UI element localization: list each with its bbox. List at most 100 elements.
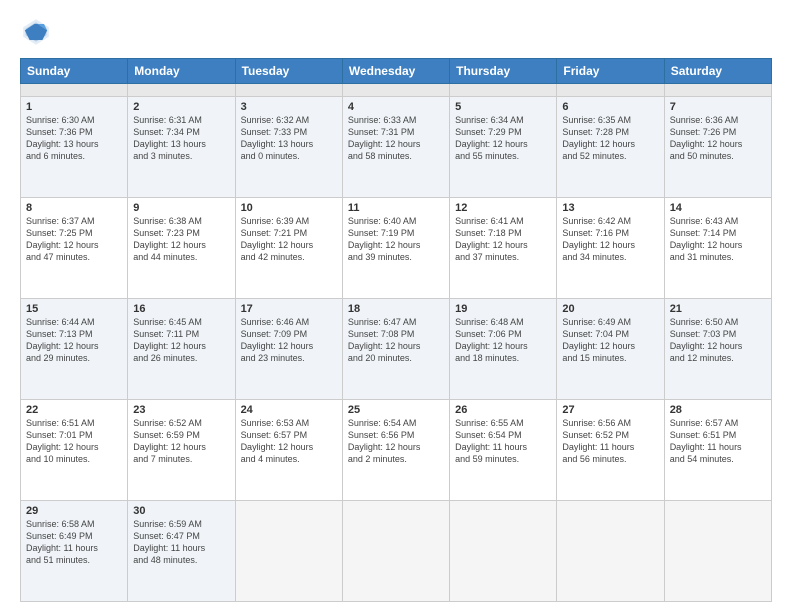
calendar-cell: 18Sunrise: 6:47 AM Sunset: 7:08 PM Dayli… xyxy=(342,298,449,399)
calendar-header-row: SundayMondayTuesdayWednesdayThursdayFrid… xyxy=(21,59,772,84)
calendar-cell: 30Sunrise: 6:59 AM Sunset: 6:47 PM Dayli… xyxy=(128,500,235,601)
day-number: 22 xyxy=(26,404,122,416)
calendar-cell: 27Sunrise: 6:56 AM Sunset: 6:52 PM Dayli… xyxy=(557,399,664,500)
calendar-cell: 2Sunrise: 6:31 AM Sunset: 7:34 PM Daylig… xyxy=(128,96,235,197)
calendar-week-row: 8Sunrise: 6:37 AM Sunset: 7:25 PM Daylig… xyxy=(21,197,772,298)
calendar-cell: 23Sunrise: 6:52 AM Sunset: 6:59 PM Dayli… xyxy=(128,399,235,500)
weekday-header: Monday xyxy=(128,59,235,84)
day-info: Sunrise: 6:46 AM Sunset: 7:09 PM Dayligh… xyxy=(241,316,337,365)
day-number: 13 xyxy=(562,202,658,214)
day-info: Sunrise: 6:51 AM Sunset: 7:01 PM Dayligh… xyxy=(26,417,122,466)
day-info: Sunrise: 6:52 AM Sunset: 6:59 PM Dayligh… xyxy=(133,417,229,466)
day-info: Sunrise: 6:54 AM Sunset: 6:56 PM Dayligh… xyxy=(348,417,444,466)
calendar-cell: 16Sunrise: 6:45 AM Sunset: 7:11 PM Dayli… xyxy=(128,298,235,399)
day-info: Sunrise: 6:35 AM Sunset: 7:28 PM Dayligh… xyxy=(562,114,658,163)
weekday-header: Wednesday xyxy=(342,59,449,84)
calendar-week-row: 22Sunrise: 6:51 AM Sunset: 7:01 PM Dayli… xyxy=(21,399,772,500)
day-info: Sunrise: 6:47 AM Sunset: 7:08 PM Dayligh… xyxy=(348,316,444,365)
calendar-cell: 20Sunrise: 6:49 AM Sunset: 7:04 PM Dayli… xyxy=(557,298,664,399)
calendar-cell: 19Sunrise: 6:48 AM Sunset: 7:06 PM Dayli… xyxy=(450,298,557,399)
calendar-table: SundayMondayTuesdayWednesdayThursdayFrid… xyxy=(20,58,772,602)
calendar-cell: 5Sunrise: 6:34 AM Sunset: 7:29 PM Daylig… xyxy=(450,96,557,197)
calendar-cell xyxy=(450,500,557,601)
calendar-cell xyxy=(557,84,664,97)
day-number: 29 xyxy=(26,505,122,517)
page: SundayMondayTuesdayWednesdayThursdayFrid… xyxy=(0,0,792,612)
day-info: Sunrise: 6:44 AM Sunset: 7:13 PM Dayligh… xyxy=(26,316,122,365)
day-number: 3 xyxy=(241,101,337,113)
day-info: Sunrise: 6:50 AM Sunset: 7:03 PM Dayligh… xyxy=(670,316,766,365)
day-number: 28 xyxy=(670,404,766,416)
day-number: 5 xyxy=(455,101,551,113)
calendar-cell: 13Sunrise: 6:42 AM Sunset: 7:16 PM Dayli… xyxy=(557,197,664,298)
calendar-cell: 1Sunrise: 6:30 AM Sunset: 7:36 PM Daylig… xyxy=(21,96,128,197)
day-info: Sunrise: 6:40 AM Sunset: 7:19 PM Dayligh… xyxy=(348,215,444,264)
day-number: 27 xyxy=(562,404,658,416)
day-number: 15 xyxy=(26,303,122,315)
day-info: Sunrise: 6:55 AM Sunset: 6:54 PM Dayligh… xyxy=(455,417,551,466)
day-info: Sunrise: 6:59 AM Sunset: 6:47 PM Dayligh… xyxy=(133,518,229,567)
calendar-cell xyxy=(450,84,557,97)
day-number: 19 xyxy=(455,303,551,315)
day-number: 8 xyxy=(26,202,122,214)
calendar-cell: 24Sunrise: 6:53 AM Sunset: 6:57 PM Dayli… xyxy=(235,399,342,500)
header xyxy=(20,16,772,48)
calendar-cell: 29Sunrise: 6:58 AM Sunset: 6:49 PM Dayli… xyxy=(21,500,128,601)
day-info: Sunrise: 6:37 AM Sunset: 7:25 PM Dayligh… xyxy=(26,215,122,264)
logo-icon xyxy=(20,16,52,48)
day-number: 26 xyxy=(455,404,551,416)
day-number: 2 xyxy=(133,101,229,113)
calendar-cell: 12Sunrise: 6:41 AM Sunset: 7:18 PM Dayli… xyxy=(450,197,557,298)
calendar-week-row: 15Sunrise: 6:44 AM Sunset: 7:13 PM Dayli… xyxy=(21,298,772,399)
day-number: 14 xyxy=(670,202,766,214)
calendar-week-row: 29Sunrise: 6:58 AM Sunset: 6:49 PM Dayli… xyxy=(21,500,772,601)
weekday-header: Sunday xyxy=(21,59,128,84)
calendar-cell xyxy=(128,84,235,97)
calendar-cell xyxy=(342,84,449,97)
day-number: 1 xyxy=(26,101,122,113)
day-info: Sunrise: 6:34 AM Sunset: 7:29 PM Dayligh… xyxy=(455,114,551,163)
calendar-cell: 25Sunrise: 6:54 AM Sunset: 6:56 PM Dayli… xyxy=(342,399,449,500)
calendar-cell: 4Sunrise: 6:33 AM Sunset: 7:31 PM Daylig… xyxy=(342,96,449,197)
day-info: Sunrise: 6:48 AM Sunset: 7:06 PM Dayligh… xyxy=(455,316,551,365)
day-info: Sunrise: 6:30 AM Sunset: 7:36 PM Dayligh… xyxy=(26,114,122,163)
weekday-header: Tuesday xyxy=(235,59,342,84)
calendar-cell: 22Sunrise: 6:51 AM Sunset: 7:01 PM Dayli… xyxy=(21,399,128,500)
day-number: 23 xyxy=(133,404,229,416)
weekday-header: Friday xyxy=(557,59,664,84)
day-info: Sunrise: 6:42 AM Sunset: 7:16 PM Dayligh… xyxy=(562,215,658,264)
calendar-cell xyxy=(664,500,771,601)
calendar-cell: 10Sunrise: 6:39 AM Sunset: 7:21 PM Dayli… xyxy=(235,197,342,298)
day-info: Sunrise: 6:56 AM Sunset: 6:52 PM Dayligh… xyxy=(562,417,658,466)
day-number: 11 xyxy=(348,202,444,214)
day-number: 24 xyxy=(241,404,337,416)
day-info: Sunrise: 6:41 AM Sunset: 7:18 PM Dayligh… xyxy=(455,215,551,264)
day-info: Sunrise: 6:36 AM Sunset: 7:26 PM Dayligh… xyxy=(670,114,766,163)
day-info: Sunrise: 6:39 AM Sunset: 7:21 PM Dayligh… xyxy=(241,215,337,264)
calendar-cell: 26Sunrise: 6:55 AM Sunset: 6:54 PM Dayli… xyxy=(450,399,557,500)
day-info: Sunrise: 6:32 AM Sunset: 7:33 PM Dayligh… xyxy=(241,114,337,163)
day-number: 7 xyxy=(670,101,766,113)
day-number: 16 xyxy=(133,303,229,315)
calendar-cell xyxy=(235,500,342,601)
calendar-cell: 3Sunrise: 6:32 AM Sunset: 7:33 PM Daylig… xyxy=(235,96,342,197)
weekday-header: Saturday xyxy=(664,59,771,84)
calendar-cell: 14Sunrise: 6:43 AM Sunset: 7:14 PM Dayli… xyxy=(664,197,771,298)
day-number: 20 xyxy=(562,303,658,315)
day-number: 4 xyxy=(348,101,444,113)
day-number: 18 xyxy=(348,303,444,315)
day-number: 21 xyxy=(670,303,766,315)
calendar-week-row: 1Sunrise: 6:30 AM Sunset: 7:36 PM Daylig… xyxy=(21,96,772,197)
calendar-cell: 21Sunrise: 6:50 AM Sunset: 7:03 PM Dayli… xyxy=(664,298,771,399)
calendar-week-row xyxy=(21,84,772,97)
calendar-cell: 17Sunrise: 6:46 AM Sunset: 7:09 PM Dayli… xyxy=(235,298,342,399)
day-info: Sunrise: 6:31 AM Sunset: 7:34 PM Dayligh… xyxy=(133,114,229,163)
day-info: Sunrise: 6:33 AM Sunset: 7:31 PM Dayligh… xyxy=(348,114,444,163)
day-number: 9 xyxy=(133,202,229,214)
calendar-cell: 7Sunrise: 6:36 AM Sunset: 7:26 PM Daylig… xyxy=(664,96,771,197)
calendar-cell: 11Sunrise: 6:40 AM Sunset: 7:19 PM Dayli… xyxy=(342,197,449,298)
calendar-cell: 9Sunrise: 6:38 AM Sunset: 7:23 PM Daylig… xyxy=(128,197,235,298)
calendar-cell xyxy=(664,84,771,97)
day-info: Sunrise: 6:53 AM Sunset: 6:57 PM Dayligh… xyxy=(241,417,337,466)
day-number: 12 xyxy=(455,202,551,214)
